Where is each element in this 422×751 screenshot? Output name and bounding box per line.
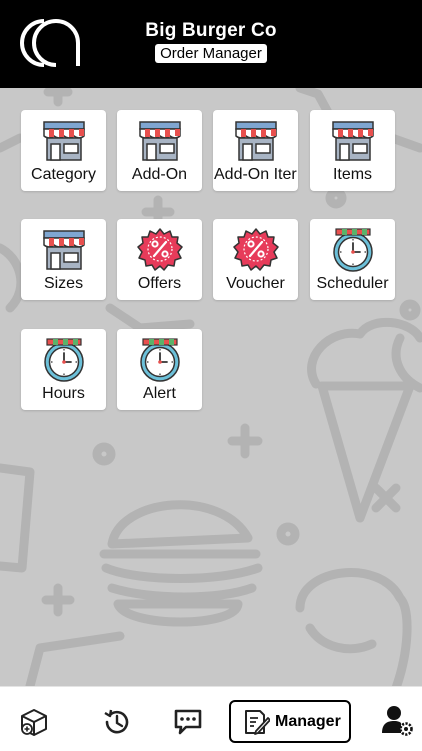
tile-category[interactable]: Category [21, 110, 106, 191]
tile-scheduler[interactable]: Scheduler [310, 219, 395, 300]
tile-alert[interactable]: Alert [117, 329, 202, 410]
tile-label: Category [31, 166, 96, 183]
clock-icon [140, 338, 180, 382]
tile-add-on-items[interactable]: Add-On Iter [213, 110, 298, 191]
user-settings-icon [382, 706, 413, 736]
store-icon [332, 121, 374, 161]
chat-icon [174, 709, 202, 735]
store-icon [139, 121, 181, 161]
clock-icon [333, 228, 373, 272]
tile-label: Scheduler [316, 275, 389, 292]
tile-label: Hours [42, 385, 85, 402]
history-icon [104, 709, 129, 734]
store-icon [235, 121, 277, 161]
tile-label: Voucher [226, 275, 285, 292]
percent-badge-icon [233, 228, 279, 271]
package-icon [21, 709, 47, 736]
tile-offers[interactable]: Offers [117, 219, 202, 300]
tile-sizes[interactable]: Sizes [21, 219, 106, 300]
store-icon [43, 230, 85, 270]
bottom-tab-bar: Manager [0, 686, 422, 751]
tile-label: Offers [137, 275, 182, 292]
tab-account[interactable] [372, 687, 422, 751]
percent-badge-icon [137, 228, 183, 271]
tab-history[interactable] [95, 687, 145, 751]
tab-manager[interactable]: Manager [229, 700, 351, 743]
tile-items[interactable]: Items [310, 110, 395, 191]
tile-add-on[interactable]: Add-On [117, 110, 202, 191]
store-icon [43, 121, 85, 161]
tile-label: Sizes [43, 275, 84, 292]
tab-messages[interactable] [165, 687, 215, 751]
tile-hours[interactable]: Hours [21, 329, 106, 410]
tile-label: Add-On Iter [214, 166, 297, 183]
tab-orders[interactable] [10, 687, 60, 751]
tile-label: Add-On [131, 166, 188, 183]
app-title: Big Burger Co [145, 20, 277, 41]
tab-manager-label: Manager [275, 713, 341, 730]
tile-voucher[interactable]: Voucher [213, 219, 298, 300]
clock-icon [44, 338, 84, 382]
tile-label: Items [332, 166, 373, 183]
tile-label: Alert [143, 385, 176, 402]
edit-note-icon [245, 710, 270, 735]
app-header: Big Burger Co Order Manager [0, 0, 422, 88]
app-subtitle: Order Manager [155, 44, 267, 63]
manager-menu: Category Add-On Add-On Iter Items Sizes … [0, 88, 422, 686]
